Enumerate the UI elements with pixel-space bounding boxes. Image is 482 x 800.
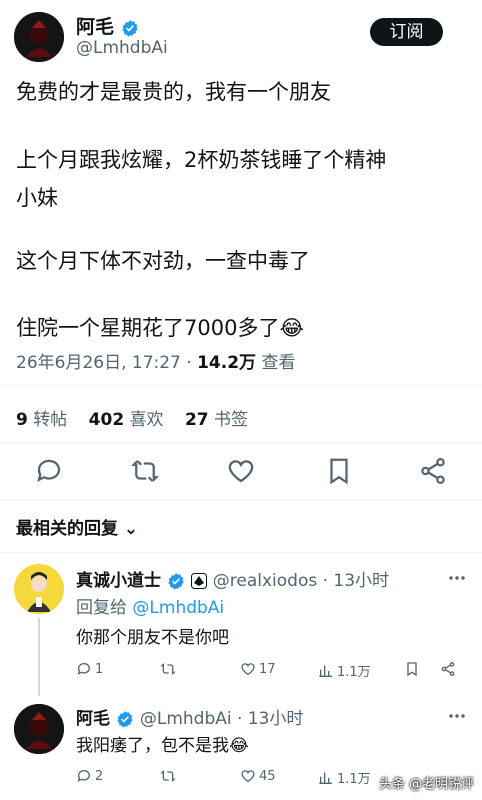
bookmark-icon[interactable] [324, 456, 354, 486]
divider [0, 500, 482, 501]
like-heart-icon[interactable] [226, 456, 256, 486]
reply-to-prefix: 回复给 [76, 598, 127, 618]
repost-icon [160, 663, 176, 675]
subscribe-button[interactable]: 订阅 [370, 18, 443, 46]
post-timestamp[interactable]: 26年6月26日, 17:27 · [16, 353, 197, 373]
reply-text: 你那个朋友不是你吧 [76, 628, 229, 648]
post-stats: 9 转帖 402 喜欢 27 书签 [16, 405, 264, 430]
bookmarks-label[interactable]: 书签 [214, 410, 248, 430]
views-label: 查看 [261, 353, 296, 373]
author-avatar[interactable] [14, 12, 64, 62]
like-heart-icon [241, 663, 255, 676]
reply-icon [77, 770, 90, 782]
post-meta: 26年6月26日, 17:27 · 14.2万 查看 [16, 348, 295, 373]
post-text-line-3: 小妹 [16, 186, 58, 210]
reply-count: 1 [95, 661, 104, 677]
replies-sort-dropdown[interactable]: 最相关的回复 ⌄ [16, 514, 138, 539]
reply-reply-button[interactable]: 2 [76, 768, 103, 784]
reply-text: 我阳痿了，包不是我😂 [76, 736, 249, 756]
views-bar-chart-icon [319, 665, 332, 677]
share-icon[interactable] [440, 661, 456, 677]
reply-handle[interactable]: @LmhdbAi · 13小时 [140, 709, 304, 729]
reply-avatar[interactable] [14, 564, 64, 614]
reply-author-name[interactable]: 真诚小道士 [76, 571, 161, 591]
post-text-line-2: 上个月跟我炫耀，2杯奶茶钱睡了个精神 [16, 148, 387, 172]
repost-icon [160, 770, 176, 782]
like-count: 17 [259, 661, 276, 677]
reply-icon [77, 663, 90, 675]
author-name-row: 阿毛 [76, 12, 139, 39]
reply-handle[interactable]: @realxiodos · 13小时 [213, 571, 389, 591]
post-text-line-4: 这个月下体不对劲，一查中毒了 [16, 249, 310, 273]
views-count: 1.1万 [337, 772, 371, 787]
more-options-icon[interactable] [447, 708, 467, 724]
post-text-line-1: 免费的才是最贵的，我有一个朋友 [16, 80, 331, 104]
author-handle[interactable]: @LmhdbAi [76, 38, 168, 58]
bookmarks-count[interactable]: 27 [185, 410, 209, 430]
reposts-count[interactable]: 9 [16, 410, 28, 430]
reply-author-name[interactable]: 阿毛 [76, 709, 110, 729]
verified-badge-icon [168, 573, 184, 590]
reply-author-row: 阿毛 @LmhdbAi · 13小时 [76, 704, 303, 729]
views-count: 14.2万 [197, 353, 257, 373]
reply-to-line: 回复给 @LmhdbAi [76, 593, 224, 618]
views-bar-chart-icon [319, 772, 332, 784]
source-watermark: 头条 @老明锐评 [378, 777, 474, 792]
likes-label[interactable]: 喜欢 [130, 410, 164, 430]
more-options-icon[interactable] [447, 570, 467, 586]
post-text-line-5: 住院一个星期花了7000多了😂 [16, 316, 304, 340]
views-count: 1.1万 [337, 665, 371, 680]
like-heart-icon [241, 770, 255, 783]
repost-icon[interactable] [130, 456, 160, 486]
reply-count: 2 [95, 768, 104, 784]
verified-badge-icon [117, 711, 133, 728]
share-icon[interactable] [418, 456, 448, 486]
reply-author-row: 真诚小道士 @realxiodos · 13小时 [76, 566, 389, 591]
divider [0, 385, 482, 386]
reply-like-button[interactable]: 45 [240, 768, 276, 784]
reply-repost-button[interactable] [160, 768, 179, 784]
divider [0, 552, 482, 553]
verified-badge-icon [121, 19, 138, 37]
likes-count[interactable]: 402 [89, 410, 125, 430]
divider [0, 442, 482, 443]
reply-to-link[interactable]: @LmhdbAi [132, 598, 224, 618]
reply-icon[interactable] [34, 456, 64, 486]
thread-connector-line [38, 618, 40, 696]
reply-like-button[interactable]: 17 [240, 661, 276, 677]
reply-avatar[interactable] [14, 704, 64, 754]
reply-views-button[interactable]: 1.1万 [318, 661, 371, 680]
author-name[interactable]: 阿毛 [76, 16, 114, 38]
bookmark-icon[interactable] [404, 661, 420, 677]
affiliate-badge-icon [190, 573, 207, 589]
reply-repost-button[interactable] [160, 661, 179, 677]
reply-reply-button[interactable]: 1 [76, 661, 103, 677]
reply-views-button[interactable]: 1.1万 [318, 768, 371, 787]
reposts-label[interactable]: 转帖 [33, 410, 67, 430]
like-count: 45 [259, 768, 276, 784]
